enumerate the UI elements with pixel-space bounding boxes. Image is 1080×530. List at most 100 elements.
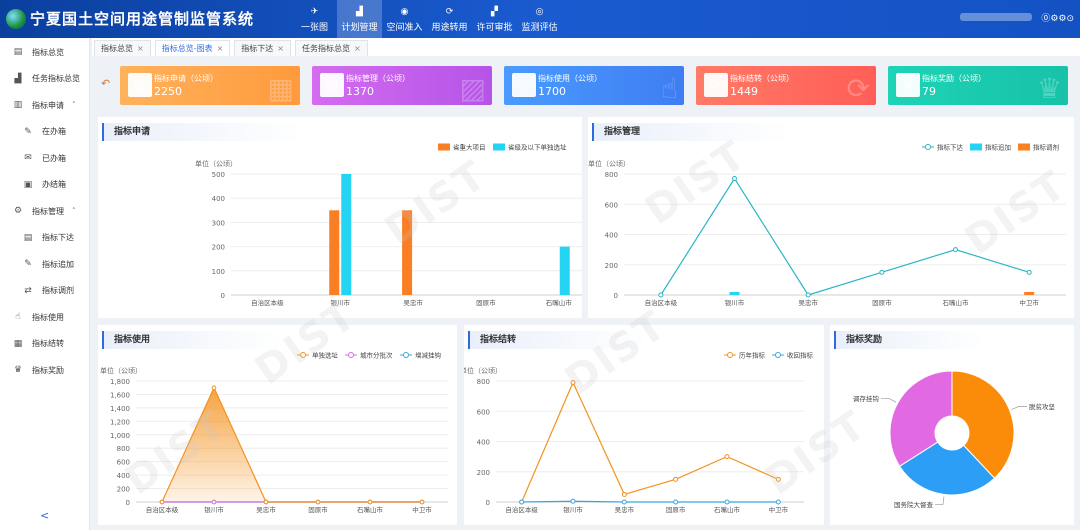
nav-item-space-access[interactable]: ◉ 空间准入 [382, 0, 427, 38]
stat-card-apply[interactable]: ▦ 指标申请（公顷） 2250 ▦ [120, 66, 300, 105]
panel-apply: 指标申请 省级及以下单独选址 省重大项目 单位（公顷） 0 100 200 300 400 50… [98, 117, 582, 318]
panel-use: 指标使用 增减挂钩 城市分批次 单独选址 单位（公顷） 0 200 400 600 800 1,0… [98, 325, 457, 525]
sidebar-item-label: 指标申请 [32, 100, 64, 110]
data-point [621, 499, 627, 505]
data-point [570, 498, 576, 504]
data-point [315, 499, 321, 505]
x-tick-label: 自治区本级 [146, 505, 179, 514]
sidebar-item-label: 办结箱 [42, 180, 66, 190]
label-line [934, 496, 945, 505]
pen-icon: ✎ [24, 259, 32, 270]
legend-marker [348, 352, 354, 358]
legend-swatch [493, 143, 505, 151]
sidebar-item-label: 指标下达 [42, 233, 74, 243]
user-info-blurred[interactable] [960, 13, 1032, 21]
list-icon: ▤ [13, 47, 23, 58]
data-point [367, 499, 373, 505]
award-icon: ♛ [896, 73, 920, 97]
chevron-up-icon: ˄ [72, 207, 76, 216]
x-tick-label: 中卫市 [769, 505, 789, 514]
bar [729, 291, 740, 295]
sidebar-item-append[interactable]: ✎ 指标追加 [0, 251, 89, 278]
x-tick-label: 银川市 [204, 505, 224, 514]
y-tick-label: 1,200 [110, 418, 130, 426]
y-tick-label: 0 [486, 499, 490, 507]
nav-item-plan-management[interactable]: ▟ 计划管理 [337, 0, 382, 38]
label-line [1011, 406, 1027, 410]
data-point [879, 269, 885, 275]
x-tick-label: 固原市 [666, 505, 686, 514]
stat-card-carry[interactable]: ⟳ 指标结转（公顷） 1449 ⟳ [696, 66, 876, 105]
stat-card-use[interactable]: ☝ 指标使用（公顷） 1700 ☝ [504, 66, 684, 105]
sidebar-item-apply[interactable]: ▥ 指标申请 ˄ [0, 92, 89, 119]
data-point [724, 454, 730, 460]
x-tick-label: 银川市 [725, 298, 745, 307]
chart-manage: 指标调剂 指标追加 指标下达单位（公顷） 0 200 400 600 800 自治区本级 银川市 吴… [588, 143, 1066, 307]
sidebar-item-reward[interactable]: ♛ 指标奖励 [0, 357, 89, 384]
close-icon[interactable]: × [217, 44, 224, 53]
tab-overview[interactable]: 指标总览 × [94, 40, 151, 56]
legend-label: 省级及以下单独选址 [508, 143, 567, 152]
x-tick-label: 银川市 [331, 298, 351, 307]
sidebar-item-carry[interactable]: ▦ 指标结转 [0, 331, 89, 358]
sidebar-item-adjust[interactable]: ⇄ 指标调剂 [0, 278, 89, 305]
stat-card-reward[interactable]: ♛ 指标奖励（公顷） 79 ♛ [888, 66, 1068, 105]
y-tick-label: 200 [477, 469, 490, 477]
axis-unit-label: 单位（公顷） [464, 366, 502, 375]
y-tick-label: 1,600 [110, 391, 130, 399]
nav-item-one-map[interactable]: ✈ 一张图 [292, 0, 337, 38]
sidebar-item-in-progress[interactable]: ✎ 在办箱 [0, 119, 89, 146]
stat-value: 2250 [154, 85, 182, 98]
sidebar-item-label: 指标使用 [32, 312, 64, 322]
sidebar-item-use[interactable]: ☝ 指标使用 [0, 304, 89, 331]
tab-task-overview[interactable]: 任务指标总览 × [295, 40, 368, 56]
chart-carry: 收回指标 历年指标单位（公顷） 0 200 400 600 800 自治区本级 银川市 吴忠市 固原… [464, 351, 814, 515]
image-icon: ▨ [459, 72, 486, 105]
x-tick-label: 吴忠市 [615, 505, 635, 514]
back-arrow-icon[interactable]: ↶ [101, 77, 110, 90]
y-tick-label: 0 [221, 292, 225, 300]
hand-icon: ☝ [15, 312, 21, 323]
close-icon[interactable]: × [137, 44, 144, 53]
x-tick-label: 中卫市 [1019, 298, 1039, 307]
sidebar-item-overview[interactable]: ▤ 指标总览 [0, 39, 89, 66]
y-tick-label: 1,400 [110, 405, 130, 413]
tab-bar: 指标总览 × 指标总览-图表 × 指标下达 × 任务指标总览 × [92, 38, 1080, 56]
sidebar-item-done[interactable]: ✉ 已办箱 [0, 145, 89, 172]
location-icon: ◉ [400, 6, 409, 17]
data-point [419, 499, 425, 505]
close-icon[interactable]: × [354, 44, 361, 53]
sidebar-item-closed[interactable]: ▣ 办结箱 [0, 172, 89, 199]
sidebar-item-issue[interactable]: ▤ 指标下达 [0, 225, 89, 252]
close-icon[interactable]: × [277, 44, 284, 53]
nav-item-use-conversion[interactable]: ⟳ 用途转用 [427, 0, 472, 38]
hand-icon: ☝ [512, 73, 536, 97]
stat-cards: ▦ 指标申请（公顷） 2250 ▦ ▨ 指标管理（公顷） 1370 ▨ ☝ 指标使用（公顷） 1… [120, 66, 1074, 106]
sidebar-item-label: 任务指标总览 [32, 74, 80, 84]
y-tick-label: 1,000 [110, 432, 130, 440]
plane-icon: ✈ [310, 6, 319, 17]
tab-issue[interactable]: 指标下达 × [234, 40, 291, 56]
stat-label: 指标结转（公顷） [730, 74, 794, 83]
legend-label: 指标下达 [937, 143, 964, 152]
legend-swatch [970, 143, 982, 151]
sidebar-item-task-overview[interactable]: ▟ 任务指标总览 [0, 66, 89, 93]
legend-label: 省重大项目 [453, 143, 486, 152]
y-tick-label: 200 [212, 244, 225, 252]
x-tick-label: 固原市 [872, 298, 892, 307]
chart-apply: 省级及以下单独选址 省重大项目单位（公顷） 0 100 200 300 400 500 自治区本… [195, 143, 582, 307]
slice-label: 调存挂钩 [853, 394, 880, 403]
collapse-sidebar-icon[interactable]: < [40, 509, 49, 522]
data-point [805, 292, 811, 298]
tab-overview-chart[interactable]: 指标总览-图表 × [154, 40, 231, 56]
x-tick-label: 石嘴山市 [943, 298, 970, 307]
stat-card-manage[interactable]: ▨ 指标管理（公顷） 1370 ▨ [312, 66, 492, 105]
nav-item-permit-approval[interactable]: ▞ 许可审批 [472, 0, 517, 38]
panel-manage: 指标管理 指标调剂 指标追加 指标下达 单位（公顷） 0 200 400 600 800 自治区本… [588, 117, 1074, 318]
eye-icon: ◎ [535, 6, 544, 17]
x-tick-label: 自治区本级 [645, 298, 678, 307]
label-line [880, 397, 897, 403]
header-icons[interactable]: ⓪⚙⚙⊙ [1041, 11, 1074, 24]
nav-item-monitoring[interactable]: ◎ 监测评估 [517, 0, 562, 38]
sidebar-item-manage[interactable]: ⚙ 指标管理 ˄ [0, 198, 89, 225]
